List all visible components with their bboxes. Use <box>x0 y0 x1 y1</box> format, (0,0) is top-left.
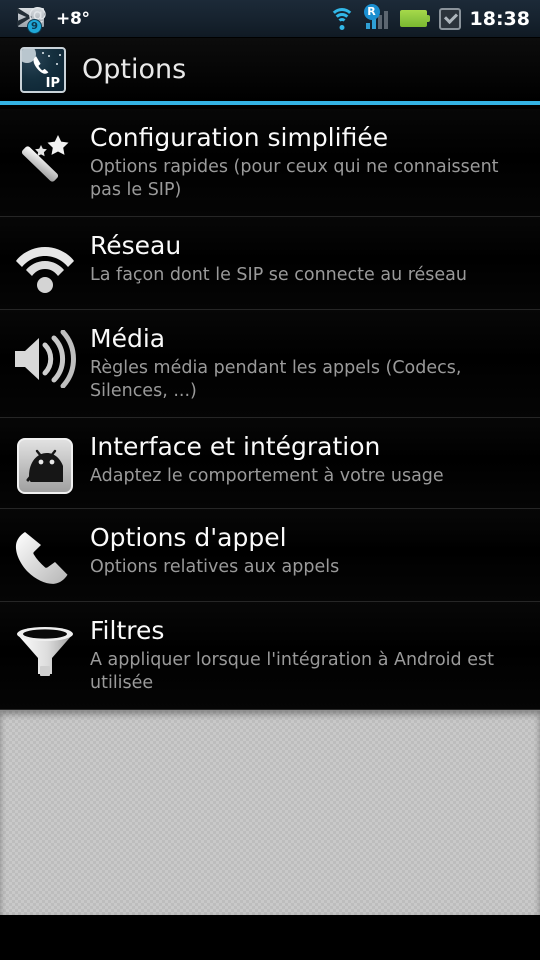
checkbox-checked-icon <box>438 7 461 30</box>
list-item-title: Configuration simplifiée <box>90 123 389 152</box>
csipsimple-app-icon: IP <box>20 46 66 93</box>
list-item-text: Interface et intégration Adaptez le comp… <box>90 432 526 488</box>
list-item-summary: Options relatives aux appels <box>90 557 340 577</box>
magic-wand-icon <box>0 123 90 191</box>
funnel-filter-icon <box>0 616 90 680</box>
status-bar-right-group: R 18:38 <box>328 3 530 32</box>
status-bar[interactable]: @ 9 +8° R 18:38 <box>0 0 540 38</box>
network-wifi-icon <box>0 231 90 295</box>
list-item[interactable]: Interface et intégration Adaptez le comp… <box>0 418 540 509</box>
list-item-title: Réseau <box>90 231 182 260</box>
mail-badge-count: 9 <box>27 18 42 34</box>
list-item-summary: Règles média pendant les appels (Codecs,… <box>90 358 462 401</box>
list-item[interactable]: Filtres A appliquer lorsque l'intégratio… <box>0 602 540 710</box>
empty-background-area <box>0 710 540 915</box>
clock: 18:38 <box>469 7 530 30</box>
battery-icon <box>399 10 430 27</box>
title-bar: IP Options <box>0 38 540 101</box>
list-item-summary: A appliquer lorsque l'intégration à Andr… <box>90 650 494 693</box>
list-item-title: Média <box>90 324 166 353</box>
list-item-summary: Adaptez le comportement à votre usage <box>90 466 444 486</box>
list-item-text: Filtres A appliquer lorsque l'intégratio… <box>90 616 526 695</box>
roaming-badge: R <box>363 3 380 20</box>
list-item-text: Réseau La façon dont le SIP se connecte … <box>90 231 526 287</box>
list-item-text: Options d'appel Options relatives aux ap… <box>90 523 526 579</box>
speaker-volume-icon <box>0 324 90 388</box>
page-title: Options <box>82 54 187 85</box>
temperature-indicator: +8° <box>56 8 90 29</box>
list-item-title: Options d'appel <box>90 523 287 552</box>
list-item-title: Filtres <box>90 616 165 645</box>
android-robot-icon <box>0 432 90 494</box>
list-item[interactable]: Réseau La façon dont le SIP se connecte … <box>0 217 540 310</box>
wifi-icon <box>328 7 355 30</box>
phone-handset-icon <box>0 523 90 587</box>
list-item-text: Configuration simplifiée Options rapides… <box>90 123 526 202</box>
status-bar-left-group: @ 9 +8° <box>16 4 90 34</box>
list-item-title: Interface et intégration <box>90 432 381 461</box>
list-item-text: Média Règles média pendant les appels (C… <box>90 324 526 403</box>
signal-bars-icon: R <box>363 3 391 32</box>
preference-list: Configuration simplifiée Options rapides… <box>0 109 540 710</box>
app-icon-ip-label: IP <box>45 75 60 91</box>
list-item-summary: Options rapides (pour ceux qui ne connai… <box>90 157 499 200</box>
list-item[interactable]: Configuration simplifiée Options rapides… <box>0 109 540 217</box>
list-item[interactable]: Média Règles média pendant les appels (C… <box>0 310 540 418</box>
list-item[interactable]: Options d'appel Options relatives aux ap… <box>0 509 540 602</box>
mail-at-icon: @ 9 <box>16 4 47 34</box>
list-item-summary: La façon dont le SIP se connecte au rése… <box>90 265 468 285</box>
